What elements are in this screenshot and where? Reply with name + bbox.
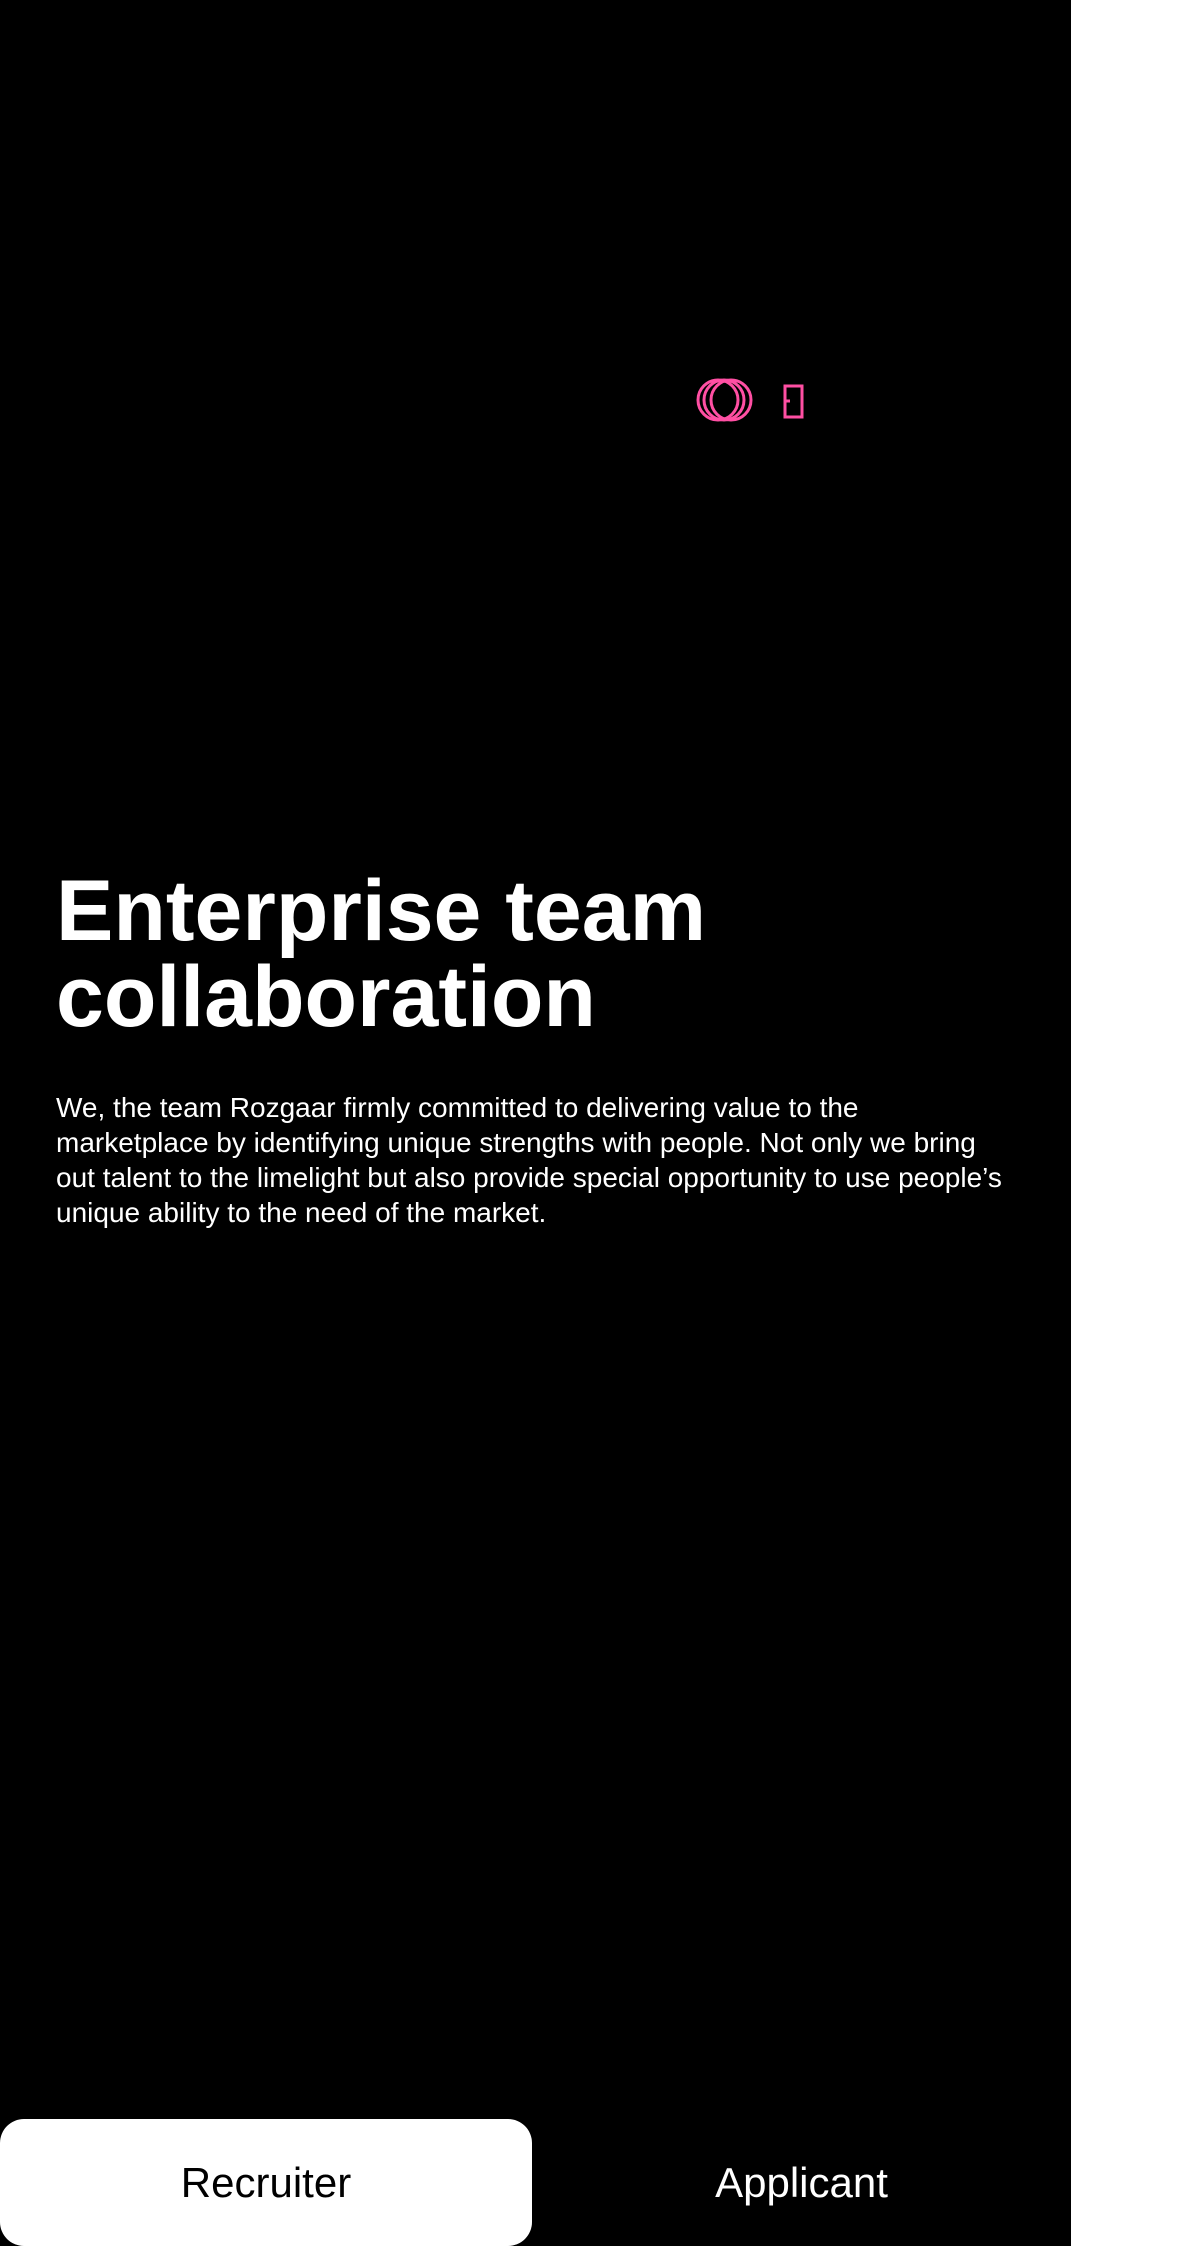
tab-applicant[interactable]: Applicant (532, 2119, 1071, 2246)
right-line-group (748, 0, 830, 687)
page-title: Enterprise team collaboration (56, 863, 707, 1045)
tab-recruiter[interactable]: Recruiter (0, 2119, 532, 2246)
role-tab-bar: Recruiter Applicant (0, 2119, 1071, 2246)
page-background-margin (1071, 0, 1200, 2246)
intro-description: We, the team Rozgaar firmly committed to… (56, 1092, 1002, 1228)
onboarding-screen: Enterprise team collaboration We, the te… (0, 0, 1071, 2246)
concentric-circles-icon (696, 378, 753, 422)
hero-illustration (210, 0, 830, 687)
left-line-group (210, 0, 264, 687)
